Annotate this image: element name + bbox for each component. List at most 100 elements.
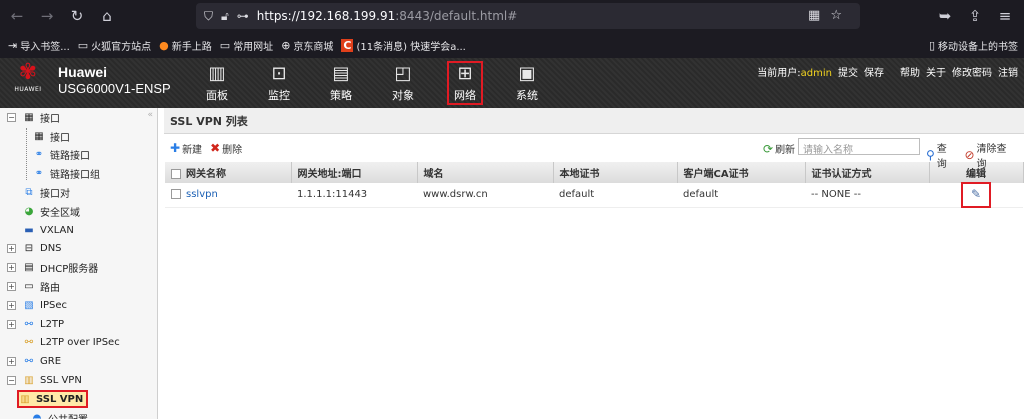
col-local-cert[interactable]: 本地证书 [553, 162, 678, 183]
col-auth-method[interactable]: 证书认证方式 [805, 162, 930, 183]
tab-system[interactable]: ▣ 系统 [496, 58, 558, 108]
tab-network[interactable]: ⊞ 网络 [444, 58, 486, 108]
main-nav: ▥ 面板 ⊡ 监控 ▤ 策略 ◰ 对象 ⊞ 网络 ▣ 系统 [186, 58, 558, 108]
commit-link[interactable]: 提交 [838, 64, 858, 79]
tab-policy[interactable]: ▤ 策略 [310, 58, 372, 108]
bookmark-firefox-official[interactable]: ▭ 火狐官方站点 [78, 38, 151, 53]
interface-icon: ▦ [34, 130, 44, 142]
extensions-icon[interactable]: ⇪ [962, 3, 988, 29]
bookmark-csdn[interactable]: C (11条消息) 快速学会a... [341, 38, 466, 53]
delete-icon: ✖ [210, 141, 221, 155]
lock-warning-icon[interactable]: 🔓︎ [221, 9, 229, 24]
reload-icon[interactable]: ↻ [64, 3, 90, 29]
dashboard-icon: ▥ [208, 63, 226, 84]
col-gateway-name[interactable]: 网关名称 [165, 162, 292, 183]
table-row[interactable]: sslvpn 1.1.1.1:11443 www.dsrw.cn default… [165, 181, 1023, 208]
refresh-icon: ⟳ [763, 141, 774, 156]
huawei-logo-icon: ✾ [18, 60, 38, 85]
sidebar-item-interface-group[interactable]: − ▦ 接口 [0, 108, 157, 127]
interface-pair-icon: ⧉ [25, 187, 33, 199]
sidebar-item-interface[interactable]: ▦ 接口 [0, 127, 157, 146]
help-link[interactable]: 帮助 [900, 64, 920, 79]
home-icon[interactable]: ⌂ [94, 3, 120, 29]
refresh-button[interactable]: ⟳ 刷新 [763, 141, 795, 157]
globe-icon: ⊕ [281, 38, 291, 52]
content-panel: SSL VPN 列表 ✚ 新建 ✖ 删除 ⟳ 刷新 请输入名称 ⚲ 查询 ⊘ 清除查询 网… [164, 108, 1024, 419]
sidebar-item-ssl-vpn[interactable]: ▥ SSL VPN [0, 390, 157, 409]
device-brand: Huawei USG6000V1-ENSP [58, 64, 171, 96]
clear-query-button[interactable]: ⊘ 清除查询 [964, 140, 1016, 170]
sidebar-item-link-interface[interactable]: ⚭ 链路接口 [0, 146, 157, 165]
save-link[interactable]: 保存 [864, 64, 884, 79]
sidebar-item-interface-pair[interactable]: ⧉ 接口对 [0, 183, 157, 202]
browser-chrome: ← → ↻ ⌂ ⛉ 🔓︎ ⊶ https://192.168.199.91:84… [0, 0, 1024, 58]
sidebar-item-dns[interactable]: + ⊟ DNS [0, 240, 157, 259]
bookmark-star-icon[interactable]: ☆ [830, 8, 852, 23]
collapse-icon[interactable]: − [7, 376, 16, 386]
expand-icon[interactable]: + [7, 357, 16, 367]
back-icon[interactable]: ← [4, 3, 30, 29]
l2tp-icon: ⚯ [24, 318, 34, 330]
sidebar-item-l2tp[interactable]: + ⚯ L2TP [0, 315, 157, 334]
new-button[interactable]: ✚ 新建 [170, 141, 202, 156]
mobile-bookmarks[interactable]: ▯ 移动设备上的书签 [929, 38, 1018, 53]
pocket-icon[interactable]: ➥ [932, 3, 958, 29]
c-site-icon: C [341, 38, 354, 52]
ssl-vpn-icon: ▥ [24, 375, 34, 387]
select-all-checkbox[interactable] [171, 169, 181, 179]
expand-icon[interactable]: + [7, 319, 16, 329]
col-client-ca-cert[interactable]: 客户端CA证书 [677, 162, 806, 183]
tab-monitor[interactable]: ⊡ 监控 [248, 58, 310, 108]
edit-icon[interactable]: ✎ [961, 181, 991, 208]
url-path: :8443/default.html# [395, 9, 518, 23]
search-input[interactable]: 请输入名称 [798, 138, 920, 156]
search-icon: ⚲ [926, 148, 935, 162]
policy-icon: ▤ [332, 63, 350, 84]
tab-dashboard[interactable]: ▥ 面板 [186, 58, 248, 108]
dhcp-icon: ▤ [24, 262, 34, 274]
sidebar-item-link-interface-group[interactable]: ⚭ 链路接口组 [0, 164, 157, 183]
forward-icon[interactable]: → [34, 3, 60, 29]
brand-name: Huawei [58, 64, 108, 80]
sidebar-item-route[interactable]: + ▭ 路由 [0, 277, 157, 296]
address-bar[interactable]: ⛉ 🔓︎ ⊶ https://192.168.199.91:8443/defau… [196, 3, 860, 29]
sidebar-item-ipsec[interactable]: + ▧ IPSec [0, 296, 157, 315]
collapse-icon[interactable]: − [7, 112, 16, 122]
route-icon: ▭ [24, 281, 34, 293]
col-gateway-address[interactable]: 网关地址:端口 [291, 162, 418, 183]
col-domain[interactable]: 域名 [417, 162, 554, 183]
shield-icon: ⛉ [204, 8, 214, 23]
sidebar-item-public-config[interactable]: ◓公共配置 [0, 409, 157, 419]
expand-icon[interactable]: + [7, 300, 16, 310]
folder-icon: ▭ [219, 38, 231, 52]
delete-button[interactable]: ✖ 删除 [210, 141, 242, 156]
key-icon: ⊶ [236, 9, 249, 23]
logout-link[interactable]: 注销 [998, 64, 1018, 79]
bookmark-import[interactable]: ⇥ 导入书签... [8, 38, 70, 53]
bookmark-common-sites[interactable]: ▭ 常用网址 [220, 38, 273, 53]
sidebar-item-security-zone[interactable]: ◕ 安全区域 [0, 202, 157, 221]
expand-icon[interactable]: + [7, 282, 16, 292]
sidebar-item-vxlan[interactable]: ▬ VXLAN [0, 221, 157, 240]
sidebar-item-dhcp-server[interactable]: + ▤ DHCP服务器 [0, 258, 157, 277]
table-header-row: 网关名称 网关地址:端口 域名 本地证书 客户端CA证书 证书认证方式 编辑 [165, 162, 1024, 183]
row-checkbox[interactable] [171, 189, 181, 200]
query-button[interactable]: ⚲ 查询 [926, 140, 956, 170]
sidebar-item-ssl-vpn-group[interactable]: − ▥ SSL VPN [0, 371, 157, 390]
sidebar-item-gre[interactable]: + ⚯ GRE [0, 352, 157, 371]
tab-object[interactable]: ◰ 对象 [372, 58, 434, 108]
change-password-link[interactable]: 修改密码 [952, 64, 992, 79]
expand-icon[interactable]: + [7, 263, 16, 273]
bookmark-getting-started[interactable]: ● 新手上路 [159, 38, 212, 53]
bookmark-jd[interactable]: ⊕ 京东商城 [281, 38, 333, 53]
clear-query-icon: ⊘ [964, 148, 975, 162]
about-link[interactable]: 关于 [926, 64, 946, 79]
qr-code-icon[interactable]: ▦ [808, 8, 830, 23]
import-icon: ⇥ [8, 38, 18, 52]
gateway-name-link[interactable]: sslvpn [186, 189, 218, 200]
app-header: ✾ HUAWEI Huawei USG6000V1-ENSP ▥ 面板 ⊡ 监控 ▤… [0, 58, 1024, 108]
huawei-logo: ✾ HUAWEI [10, 60, 46, 94]
sidebar-item-l2tp-over-ipsec[interactable]: ⚯ L2TP over IPSec [0, 334, 157, 353]
expand-icon[interactable]: + [7, 244, 16, 254]
menu-icon[interactable]: ≡ [992, 3, 1018, 29]
